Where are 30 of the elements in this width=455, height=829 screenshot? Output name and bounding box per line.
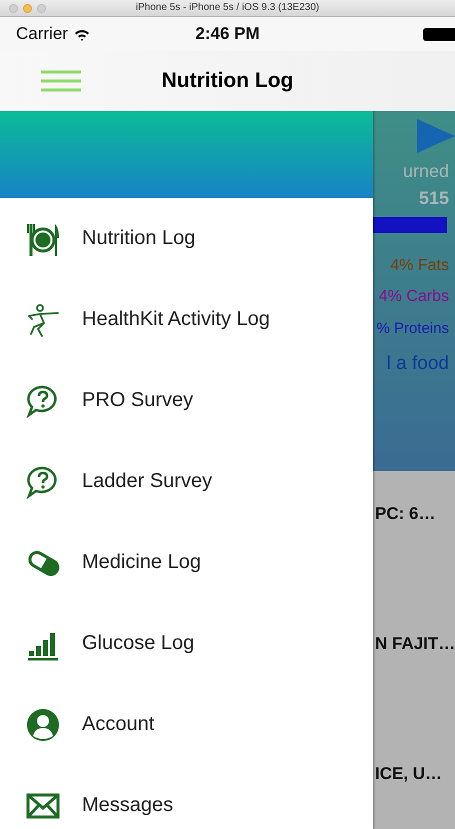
burned-value: 515 (418, 188, 449, 209)
running-figure-icon (26, 302, 60, 336)
menu-item[interactable]: Medicine Log (0, 522, 373, 603)
close-window-button[interactable] (9, 4, 18, 12)
menu-item[interactable]: Ladder Survey (0, 441, 373, 522)
account-icon (26, 708, 60, 742)
plate-icon (26, 222, 60, 256)
fats-percent: 4% Fats (390, 257, 449, 275)
wifi-icon (74, 28, 90, 40)
menu-button[interactable] (41, 70, 81, 92)
menu-item[interactable]: Nutrition Log (0, 198, 373, 279)
minimize-window-button[interactable] (23, 4, 32, 12)
zoom-window-button[interactable] (37, 4, 46, 12)
window-title: iPhone 5s - iPhone 5s / iOS 9.3 (13E230) (136, 1, 320, 15)
menu-item[interactable]: Account (0, 684, 373, 765)
menu-item[interactable]: Messages (0, 765, 373, 829)
menu-item[interactable]: Glucose Log (0, 603, 373, 684)
carrier-label: Carrier (16, 24, 68, 44)
carbs-percent: 4% Carbs (378, 288, 449, 306)
clock-time: 2:46 PM (195, 24, 260, 44)
food-entry-name[interactable]: ICE, U… (375, 764, 442, 784)
food-entry-name[interactable]: PC: 6… (375, 504, 436, 524)
battery-icon (423, 28, 455, 41)
play-icon[interactable] (417, 119, 455, 153)
food-entry-name[interactable]: N FAJIT… (375, 634, 455, 654)
proteins-percent: % Proteins (376, 320, 449, 337)
burned-label: urned (402, 161, 449, 182)
menu-item[interactable]: PRO Survey (0, 360, 373, 441)
screen-title: Nutrition Log (162, 69, 294, 93)
menu-item[interactable]: HealthKit Activity Log (0, 279, 373, 360)
